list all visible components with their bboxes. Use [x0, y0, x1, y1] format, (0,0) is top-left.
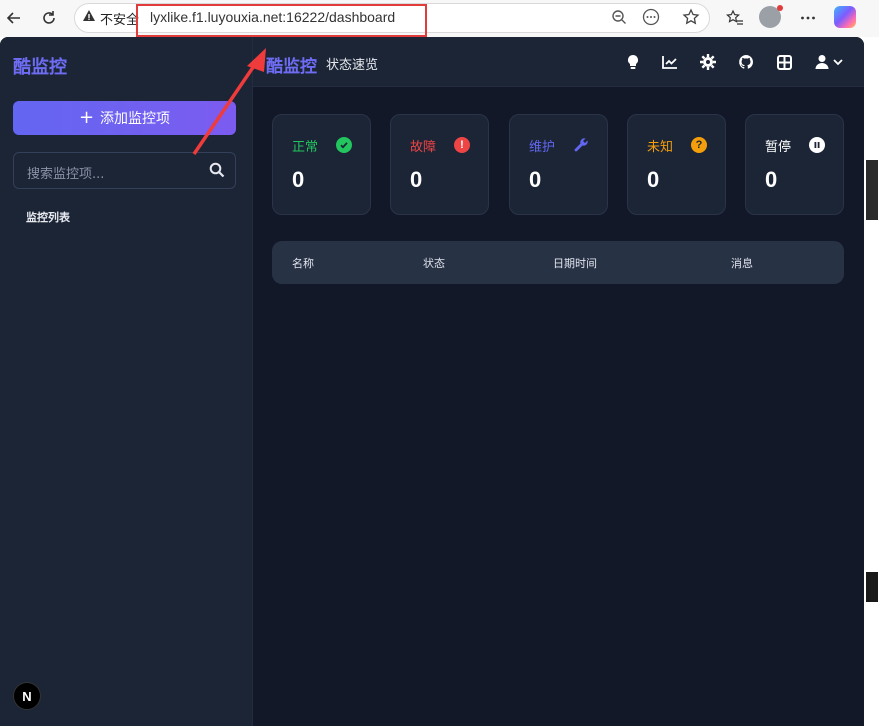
card-value: 0 — [529, 167, 542, 192]
alert-circle-icon: ! — [454, 137, 470, 153]
github-icon[interactable] — [737, 53, 755, 71]
card-value: 0 — [765, 167, 778, 192]
page-title: 状态速览 — [326, 58, 379, 73]
browser-toolbar: 不安全 lyxlike.f1.luyouxia.net:16222/dashbo… — [0, 0, 879, 37]
settings-more-icon[interactable] — [796, 6, 820, 30]
column-header-name[interactable]: 名称 — [292, 255, 314, 271]
user-menu-icon[interactable] — [814, 53, 846, 71]
card-label: 故障 — [410, 140, 437, 155]
background-window — [866, 572, 878, 602]
status-card-paused[interactable]: 暂停 0 — [745, 114, 844, 215]
lightbulb-icon[interactable] — [624, 53, 642, 71]
url-highlight-box — [136, 4, 427, 37]
status-card-unknown[interactable]: 未知 ? 0 — [627, 114, 726, 215]
card-label: 未知 — [647, 140, 674, 155]
plus-icon: + — [78, 107, 95, 128]
more-options-icon[interactable] — [641, 7, 661, 27]
search-icon[interactable] — [209, 162, 225, 178]
card-value: 0 — [647, 167, 660, 192]
search-input[interactable]: 搜索监控项... — [13, 152, 236, 189]
topbar: 酷监控 状态速览 — [253, 37, 864, 87]
chart-line-icon[interactable] — [661, 53, 679, 71]
zoom-out-icon[interactable] — [609, 7, 629, 27]
card-value: 0 — [410, 167, 423, 192]
column-header-status[interactable]: 状态 — [423, 255, 445, 271]
background-window — [866, 160, 878, 220]
window-gap — [864, 37, 879, 726]
status-card-down[interactable]: 故障 ! 0 — [390, 114, 489, 215]
status-card-maintenance[interactable]: 维护 0 — [509, 114, 608, 215]
check-circle-icon — [336, 137, 352, 153]
monitor-table-header: 名称 状态 日期时间 消息 — [272, 241, 844, 284]
insecure-label: 不安全 — [100, 13, 140, 28]
grid-icon[interactable] — [775, 53, 793, 71]
topbar-logo[interactable]: 酷监控 — [266, 52, 317, 77]
sidebar-logo[interactable]: 酷监控 — [13, 53, 67, 79]
back-icon[interactable] — [2, 6, 26, 30]
favorite-star-icon[interactable] — [681, 7, 701, 27]
add-monitor-label: 添加监控项 — [100, 111, 171, 127]
notification-dot — [777, 5, 783, 11]
refresh-icon[interactable] — [37, 6, 61, 30]
column-header-datetime[interactable]: 日期时间 — [553, 255, 597, 271]
card-label: 暂停 — [765, 140, 792, 155]
monitor-list-heading: 监控列表 — [26, 211, 70, 224]
card-value: 0 — [292, 167, 305, 192]
pause-circle-icon — [809, 137, 825, 153]
status-card-up[interactable]: 正常 0 — [272, 114, 371, 215]
next-logo-icon[interactable]: N — [13, 682, 41, 710]
warning-icon — [83, 10, 95, 21]
card-label: 维护 — [529, 140, 556, 155]
favorites-list-icon[interactable] — [723, 6, 747, 30]
question-circle-icon: ? — [691, 137, 707, 153]
card-label: 正常 — [292, 140, 319, 155]
add-monitor-button[interactable]: + 添加监控项 — [13, 101, 236, 135]
gear-icon[interactable] — [699, 53, 717, 71]
app-window: 酷监控 + 添加监控项 搜索监控项... 监控列表 N 酷监控 状态速览 正常 … — [0, 37, 864, 726]
column-header-message[interactable]: 消息 — [731, 255, 753, 271]
copilot-icon[interactable] — [834, 6, 856, 28]
sidebar: 酷监控 + 添加监控项 搜索监控项... 监控列表 N — [0, 37, 253, 726]
search-placeholder: 搜索监控项... — [27, 167, 105, 182]
wrench-icon — [573, 137, 589, 153]
